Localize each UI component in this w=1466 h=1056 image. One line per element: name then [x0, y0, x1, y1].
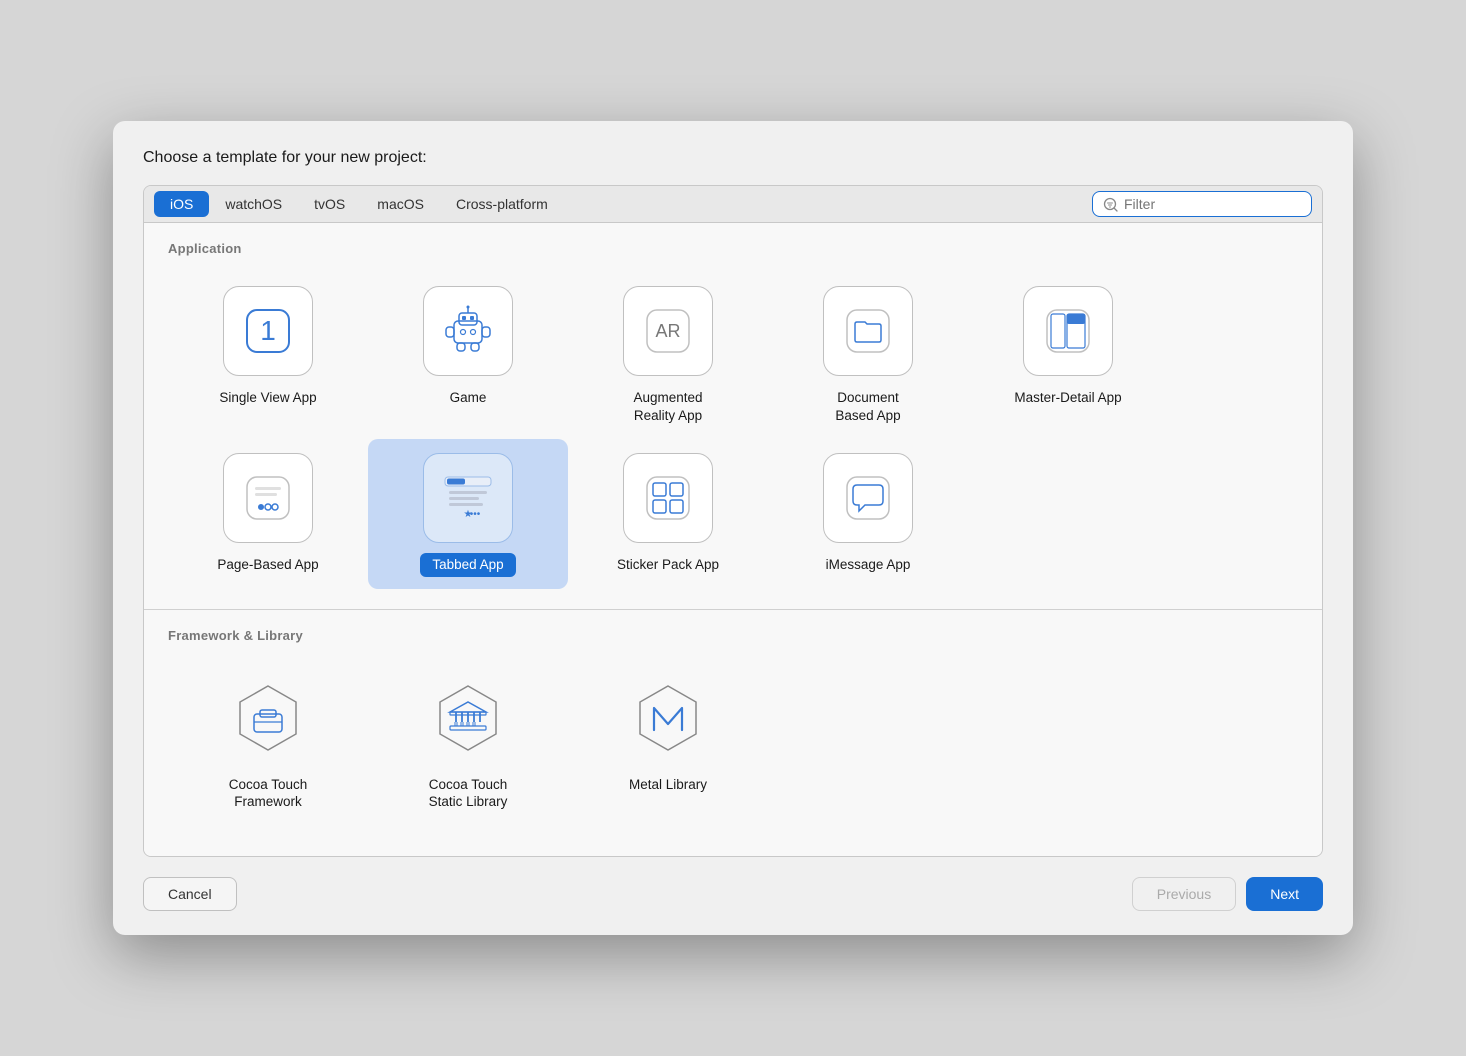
- page-based-app-icon: [223, 453, 313, 543]
- tab-cross-platform[interactable]: Cross-platform: [440, 191, 564, 217]
- ar-app-icon: AR: [623, 286, 713, 376]
- cancel-button[interactable]: Cancel: [143, 877, 237, 911]
- tabbed-app-label: Tabbed App: [420, 553, 515, 577]
- dialog-footer: Cancel Previous Next: [143, 877, 1323, 911]
- tab-watchos[interactable]: watchOS: [209, 191, 298, 217]
- document-based-app-label: DocumentBased App: [829, 386, 906, 427]
- template-master-detail-app[interactable]: Master-Detail App: [968, 272, 1168, 439]
- single-view-app-icon: 1: [223, 286, 313, 376]
- new-project-dialog: Choose a template for your new project: …: [113, 121, 1353, 935]
- filter-input[interactable]: [1124, 196, 1284, 212]
- master-detail-app-icon: [1023, 286, 1113, 376]
- framework-section: Framework & Library Cocoa: [144, 610, 1322, 856]
- tab-macos[interactable]: macOS: [361, 191, 440, 217]
- tab-ios[interactable]: iOS: [154, 191, 209, 217]
- document-based-app-icon: [823, 286, 913, 376]
- ar-app-label: AugmentedReality App: [627, 386, 708, 427]
- metal-library-icon: [623, 673, 713, 763]
- master-detail-app-label: Master-Detail App: [1008, 386, 1127, 410]
- imessage-app-icon: [823, 453, 913, 543]
- template-document-based-app[interactable]: DocumentBased App: [768, 272, 968, 439]
- template-sticker-pack-app[interactable]: Sticker Pack App: [568, 439, 768, 589]
- sticker-pack-app-label: Sticker Pack App: [611, 553, 725, 577]
- framework-section-header: Framework & Library: [168, 628, 1298, 643]
- footer-right: Previous Next: [1132, 877, 1323, 911]
- tabbed-app-icon: ★ •••: [423, 453, 513, 543]
- single-view-app-label: Single View App: [213, 386, 322, 410]
- svg-text:•••: •••: [470, 509, 481, 520]
- game-icon: [423, 286, 513, 376]
- game-label: Game: [444, 386, 493, 410]
- cocoa-touch-static-library-icon: [423, 673, 513, 763]
- tab-bar-inner: iOS watchOS tvOS macOS Cross-platform: [154, 191, 1092, 217]
- tab-bar: iOS watchOS tvOS macOS Cross-platform: [144, 186, 1322, 223]
- template-imessage-app[interactable]: iMessage App: [768, 439, 968, 589]
- template-tabbed-app[interactable]: ★ ••• Tabbed App: [368, 439, 568, 589]
- cocoa-touch-framework-icon: [223, 673, 313, 763]
- sticker-pack-app-icon: [623, 453, 713, 543]
- svg-text:AR: AR: [655, 321, 680, 341]
- template-page-based-app[interactable]: Page-Based App: [168, 439, 368, 589]
- application-templates-grid: 1 Single View App: [168, 272, 1298, 599]
- application-section: Application 1 Single View App: [144, 223, 1322, 609]
- template-cocoa-touch-static-library[interactable]: Cocoa TouchStatic Library: [368, 659, 568, 826]
- dialog-title: Choose a template for your new project:: [143, 149, 1323, 167]
- previous-button[interactable]: Previous: [1132, 877, 1236, 911]
- metal-library-label: Metal Library: [623, 773, 713, 797]
- template-single-view-app[interactable]: 1 Single View App: [168, 272, 368, 439]
- template-content-wrapper: iOS watchOS tvOS macOS Cross-platform Ap…: [143, 185, 1323, 857]
- page-based-app-label: Page-Based App: [211, 553, 324, 577]
- template-cocoa-touch-framework[interactable]: Cocoa TouchFramework: [168, 659, 368, 826]
- framework-templates-grid: Cocoa TouchFramework: [168, 659, 1298, 836]
- svg-text:1: 1: [260, 315, 276, 346]
- cocoa-touch-static-library-label: Cocoa TouchStatic Library: [423, 773, 514, 814]
- template-metal-library[interactable]: Metal Library: [568, 659, 768, 826]
- template-game[interactable]: Game: [368, 272, 568, 439]
- next-button[interactable]: Next: [1246, 877, 1323, 911]
- filter-input-wrap: [1092, 191, 1312, 217]
- imessage-app-label: iMessage App: [820, 553, 917, 577]
- filter-icon: [1103, 197, 1118, 212]
- template-ar-app[interactable]: AR AugmentedReality App: [568, 272, 768, 439]
- cocoa-touch-framework-label: Cocoa TouchFramework: [223, 773, 314, 814]
- tab-tvos[interactable]: tvOS: [298, 191, 361, 217]
- application-section-header: Application: [168, 241, 1298, 256]
